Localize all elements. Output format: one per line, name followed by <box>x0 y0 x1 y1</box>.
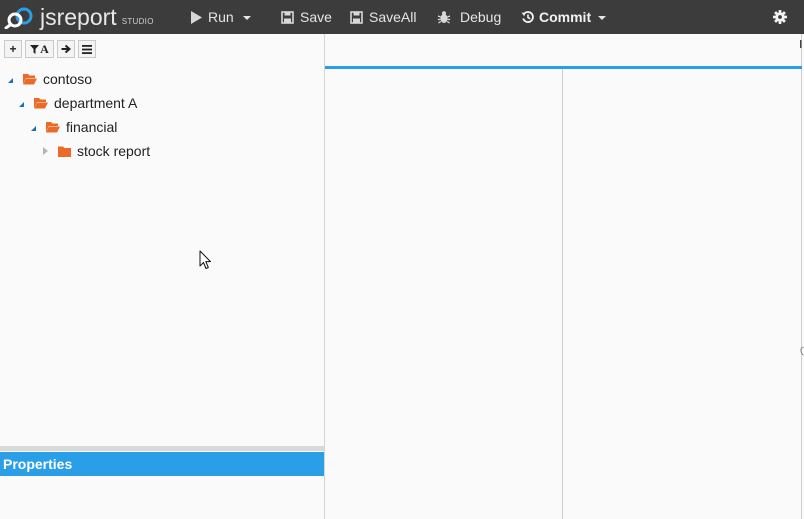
folder-open-icon <box>23 73 37 85</box>
filter-letter: A <box>40 41 49 56</box>
tree-node-label: contoso <box>43 71 93 87</box>
entity-tree-pane: + A contoso department A financial stock… <box>0 34 325 519</box>
folder-icon <box>58 146 71 157</box>
tree-node-stock-report[interactable]: stock report <box>43 140 150 162</box>
locate-button[interactable] <box>57 40 75 58</box>
editor-pane[interactable] <box>325 69 563 519</box>
tree-node-contoso[interactable]: contoso <box>8 68 92 90</box>
folder-open-icon <box>34 97 48 109</box>
commit-button[interactable]: Commit <box>521 0 607 34</box>
settings-button[interactable] <box>773 0 787 34</box>
filter-button[interactable]: A <box>25 40 54 58</box>
debug-button[interactable]: Debug <box>437 0 501 34</box>
main-area <box>325 34 804 519</box>
app-logo[interactable]: jsreport STUDIO <box>4 3 154 31</box>
filter-icon <box>30 44 40 54</box>
bug-icon <box>437 10 451 24</box>
clipped-edge-marker <box>799 40 804 48</box>
history-icon <box>521 10 535 24</box>
preview-pane[interactable] <box>563 69 802 519</box>
gear-icon <box>773 10 787 24</box>
logo-text: jsreport <box>40 4 117 30</box>
saveall-button[interactable]: SaveAll <box>350 0 416 34</box>
chevron-down-icon[interactable] <box>598 16 607 20</box>
save-button[interactable]: Save <box>281 0 332 34</box>
expand-toggle-icon[interactable] <box>31 125 36 131</box>
debug-label: Debug <box>460 9 502 25</box>
run-label: Run <box>208 9 234 25</box>
commit-label: Commit <box>539 9 592 25</box>
mouse-pointer-icon <box>199 250 213 273</box>
chevron-down-icon[interactable] <box>242 16 251 20</box>
collapsed-toggle-icon[interactable] <box>43 147 48 155</box>
expand-toggle-icon[interactable] <box>8 77 13 83</box>
floppy-disk-icon <box>350 10 363 24</box>
play-icon <box>190 10 202 24</box>
tree-menu-button[interactable] <box>78 40 96 58</box>
hamburger-menu-icon <box>82 44 92 54</box>
logo-icon <box>4 7 33 29</box>
expand-toggle-icon[interactable] <box>19 101 24 107</box>
tree-node-label: financial <box>66 119 118 135</box>
arrow-right-icon <box>61 44 71 54</box>
save-label: Save <box>300 9 332 25</box>
tabs-bar <box>325 34 802 67</box>
properties-panel <box>0 476 324 519</box>
top-toolbar: jsreport STUDIO Run Save SaveAll Debug C… <box>0 0 804 34</box>
folder-open-icon <box>46 121 60 133</box>
add-entity-button[interactable]: + <box>4 40 22 58</box>
floppy-disk-icon <box>281 10 294 24</box>
tree-node-label: stock report <box>77 143 151 159</box>
saveall-label: SaveAll <box>369 9 417 25</box>
clipped-edge-marker <box>800 346 804 356</box>
tree-node-financial[interactable]: financial <box>31 116 117 138</box>
tree-node-department-a[interactable]: department A <box>19 92 137 114</box>
tree-node-label: department A <box>54 95 138 111</box>
plus-icon: + <box>9 42 17 56</box>
logo-subtitle: STUDIO <box>121 17 154 26</box>
properties-header[interactable]: Properties <box>0 452 324 476</box>
run-button[interactable]: Run <box>190 0 251 34</box>
properties-splitter[interactable] <box>0 446 324 451</box>
tree-toolbar: + A <box>4 40 99 59</box>
